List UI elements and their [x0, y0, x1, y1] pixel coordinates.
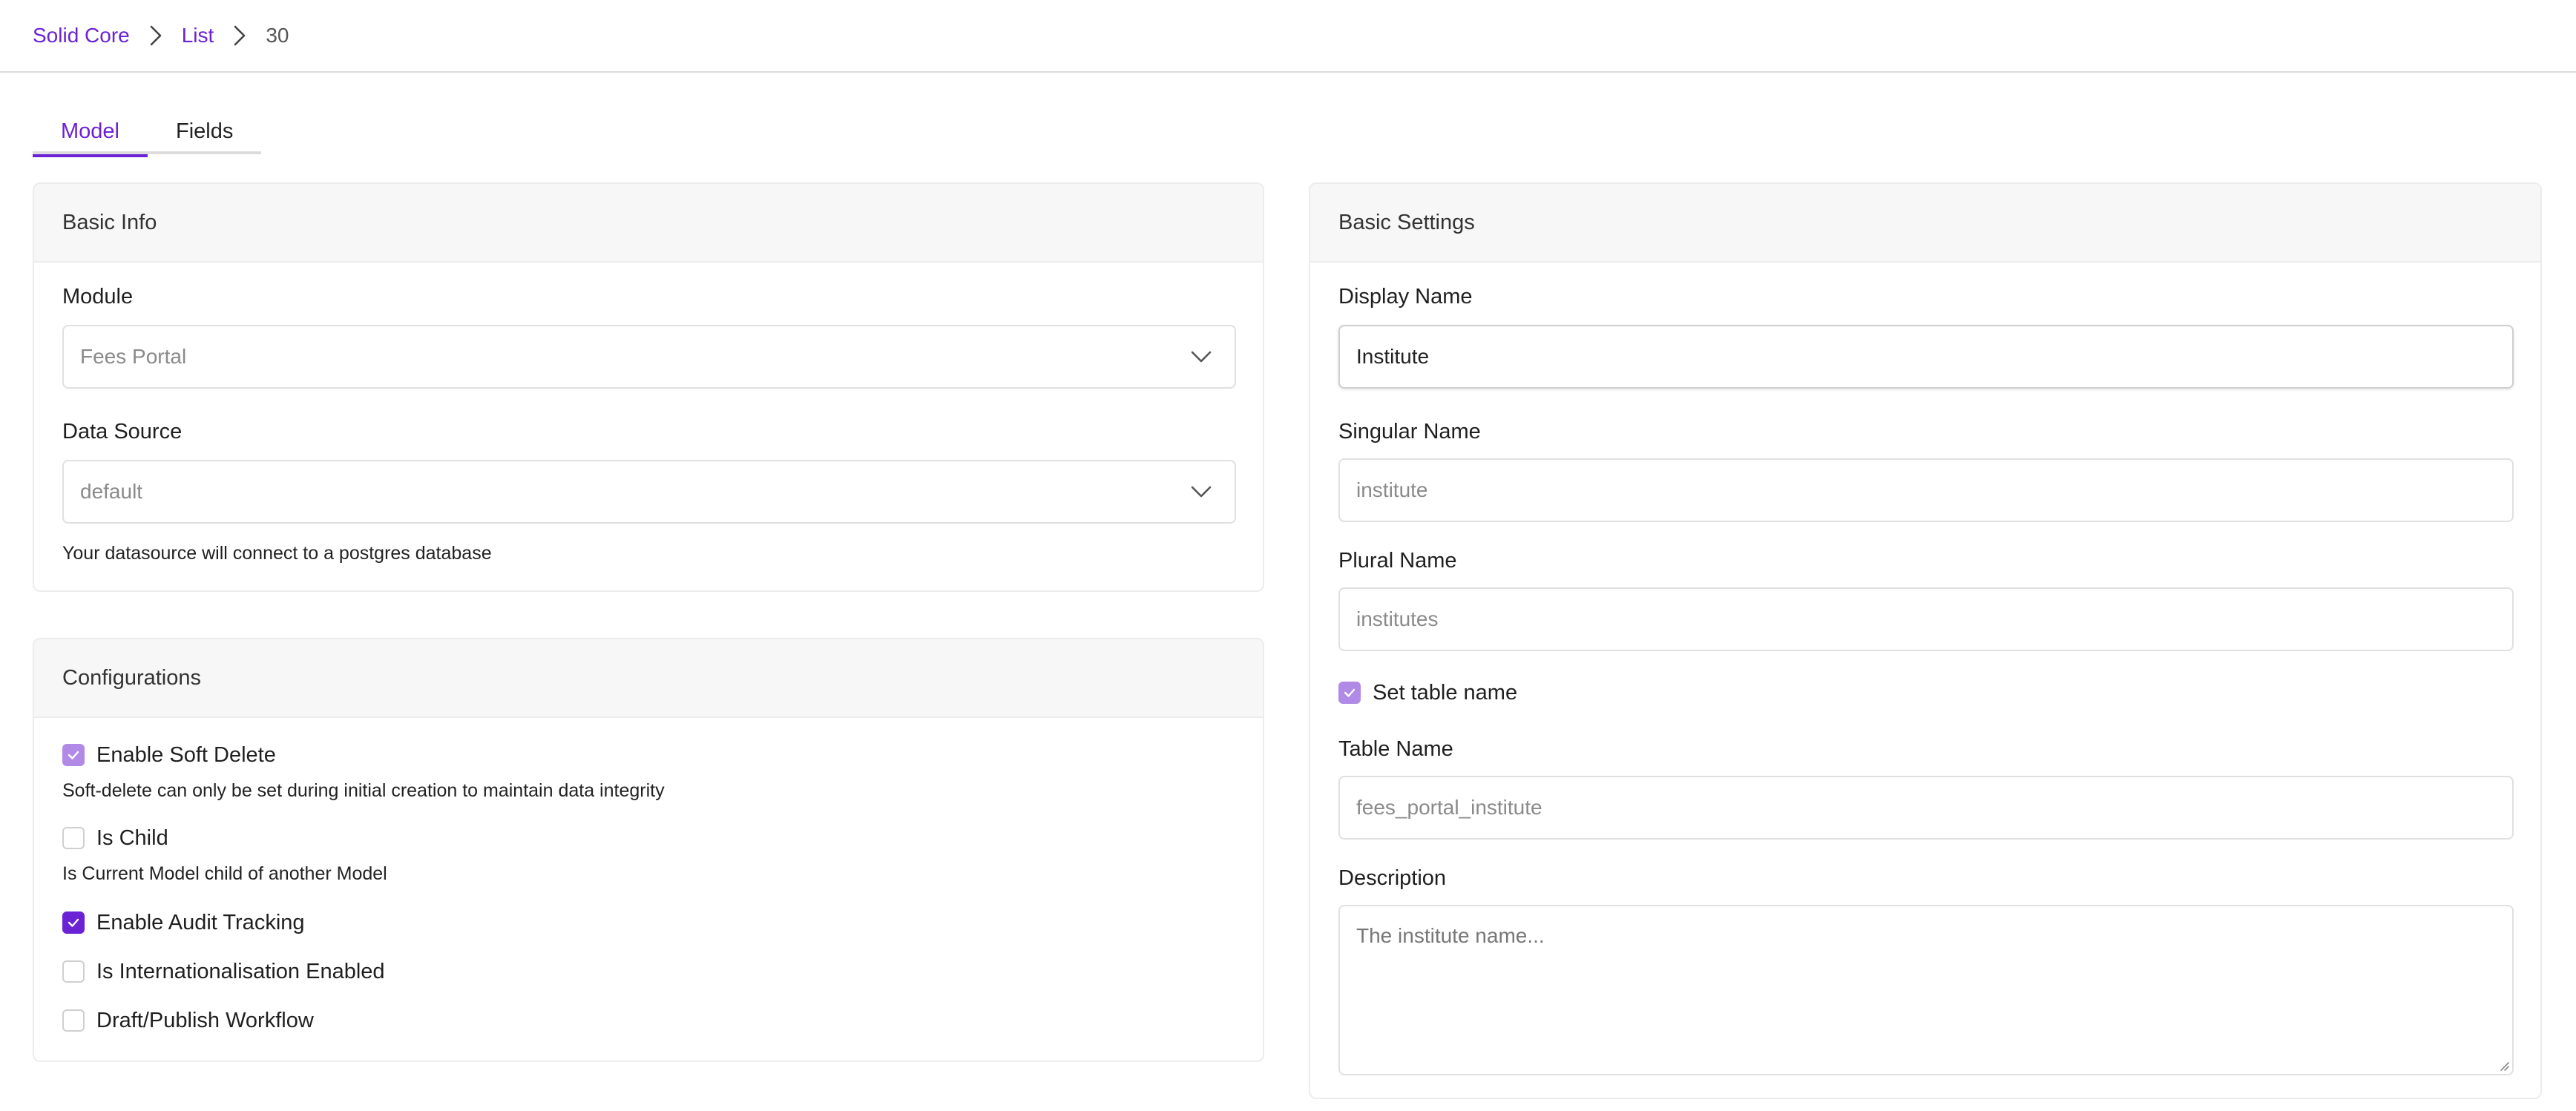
chevron-right-icon — [142, 0, 170, 71]
page: Solid Core List 30 Model Fields Basic In… — [0, 0, 2576, 1111]
data-source-value: default — [80, 480, 143, 503]
table-name-label: Table Name — [1338, 737, 1453, 761]
panel-title: Basic Settings — [1310, 184, 2540, 263]
checkbox[interactable] — [62, 960, 85, 983]
option-label: Is Internationalisation Enabled — [96, 959, 385, 983]
basic-info-panel: Basic Info Module Fees Portal Data Sourc… — [33, 182, 1264, 592]
chevron-down-icon — [1191, 351, 1212, 363]
chevron-down-icon — [1191, 486, 1212, 498]
check-icon — [68, 918, 79, 927]
module-value: Fees Portal — [80, 345, 187, 368]
data-source-select[interactable]: default — [62, 460, 1236, 524]
basic-settings-panel: Basic Settings Display Name Institute Si… — [1309, 182, 2542, 1099]
data-source-label: Data Source — [62, 420, 183, 444]
soft-delete-help: Soft-delete can only be set during initi… — [62, 780, 665, 801]
checkbox[interactable] — [1338, 682, 1361, 704]
singular-name-input[interactable]: institute — [1338, 458, 2514, 522]
display-name-value: Institute — [1356, 345, 1430, 368]
singular-name-label: Singular Name — [1338, 420, 1481, 444]
module-select[interactable]: Fees Portal — [62, 325, 1236, 389]
plural-name-label: Plural Name — [1338, 549, 1457, 573]
plural-name-placeholder: institutes — [1356, 607, 1439, 630]
draft-publish-workflow-option[interactable]: Draft/Publish Workflow — [62, 1006, 314, 1035]
plural-name-input[interactable]: institutes — [1338, 587, 2514, 651]
breadcrumb: Solid Core List 30 — [33, 0, 289, 71]
set-table-name-option[interactable]: Set table name — [1338, 678, 1517, 708]
breadcrumb-link-list[interactable]: List — [182, 24, 214, 47]
checkbox[interactable] — [62, 911, 85, 934]
display-name-label: Display Name — [1338, 285, 1473, 309]
resize-grip-icon[interactable] — [2497, 1059, 2509, 1071]
option-label: Set table name — [1373, 680, 1518, 705]
option-label: Enable Audit Tracking — [96, 910, 305, 934]
configurations-panel: Configurations Enable Soft Delete Soft-d… — [33, 638, 1264, 1062]
enable-soft-delete-option[interactable]: Enable Soft Delete — [62, 740, 276, 770]
tab-bar: Model Fields — [33, 108, 262, 157]
enable-audit-tracking-option[interactable]: Enable Audit Tracking — [62, 908, 305, 937]
breadcrumb-link-solid-core[interactable]: Solid Core — [33, 24, 130, 47]
tab-model[interactable]: Model — [33, 108, 148, 157]
check-icon — [68, 751, 79, 759]
is-child-option[interactable]: Is Child — [62, 823, 168, 853]
display-name-input[interactable]: Institute — [1338, 325, 2514, 389]
is-internationalisation-enabled-option[interactable]: Is Internationalisation Enabled — [62, 957, 385, 986]
data-source-help: Your datasource will connect to a postgr… — [62, 543, 492, 564]
checkbox[interactable] — [62, 1009, 85, 1032]
is-child-help: Is Current Model child of another Model — [62, 863, 387, 884]
breadcrumb-current: 30 — [266, 24, 289, 47]
top-bar: Solid Core List 30 — [0, 0, 2576, 73]
option-label: Is Child — [96, 825, 168, 850]
description-textarea[interactable]: The institute name... — [1338, 905, 2514, 1075]
tab-fields[interactable]: Fields — [148, 108, 261, 154]
table-name-input[interactable]: fees_portal_institute — [1338, 776, 2514, 840]
checkbox[interactable] — [62, 827, 85, 849]
module-label: Module — [62, 285, 134, 309]
table-name-placeholder: fees_portal_institute — [1356, 796, 1542, 819]
chevron-right-icon — [226, 0, 254, 71]
panel-title: Configurations — [34, 639, 1263, 718]
option-label: Draft/Publish Workflow — [96, 1008, 314, 1032]
description-label: Description — [1338, 866, 1447, 890]
singular-name-placeholder: institute — [1356, 478, 1428, 501]
panel-title: Basic Info — [34, 184, 1263, 263]
check-icon — [1344, 688, 1356, 697]
checkbox[interactable] — [62, 744, 85, 766]
description-placeholder: The institute name... — [1356, 924, 1545, 947]
option-label: Enable Soft Delete — [96, 742, 276, 767]
